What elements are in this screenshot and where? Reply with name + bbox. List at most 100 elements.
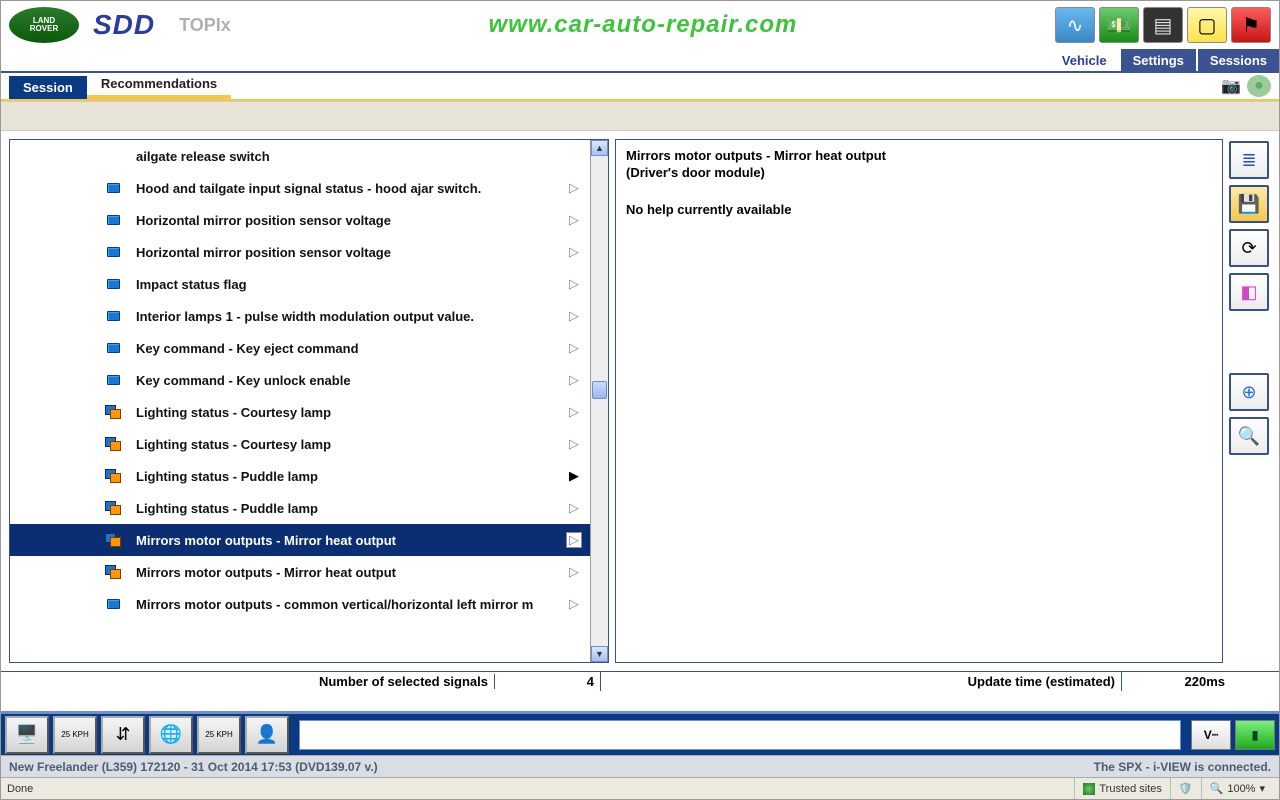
waveform-icon[interactable]: ∿ <box>1055 7 1095 43</box>
side-toolbar: ≣ 💾 ⟳ ◧ ⊕ 🔍 <box>1229 139 1271 663</box>
signal-row[interactable]: Impact status flag ▷ <box>10 268 590 300</box>
expand-arrow-icon[interactable]: ▷ <box>566 340 582 356</box>
expand-arrow-icon[interactable]: ▷ <box>566 532 582 548</box>
expand-arrow-icon[interactable]: ▷ <box>566 372 582 388</box>
signal-row[interactable]: Mirrors motor outputs - Mirror heat outp… <box>10 556 590 588</box>
expand-arrow-icon[interactable]: ▷ <box>566 596 582 612</box>
scroll-up-button[interactable]: ▲ <box>591 140 608 156</box>
tool-add-view-icon[interactable]: ⊕ <box>1229 373 1269 411</box>
vehicle-status-bar: New Freelander (L359) 172120 - 31 Oct 20… <box>1 755 1279 777</box>
scroll-track[interactable] <box>591 156 608 646</box>
signal-row[interactable]: Mirrors motor outputs - Mirror heat outp… <box>10 524 590 556</box>
tool-refresh-icon[interactable]: ⟳ <box>1229 229 1269 267</box>
signal-row[interactable]: Lighting status - Puddle lamp ▶ <box>10 460 590 492</box>
signal-row[interactable]: Mirrors motor outputs - common vertical/… <box>10 588 590 620</box>
expand-arrow-icon[interactable]: ▷ <box>566 276 582 292</box>
ie-zoom[interactable]: 🔍 100% ▾ <box>1201 778 1273 799</box>
shield-icon <box>1083 783 1095 795</box>
expand-arrow-icon[interactable]: ▷ <box>566 212 582 228</box>
tool-list-icon[interactable]: ≣ <box>1229 141 1269 179</box>
tool-erase-icon[interactable]: ◧ <box>1229 273 1269 311</box>
signal-row[interactable]: Lighting status - Courtesy lamp ▷ <box>10 396 590 428</box>
expand-arrow-icon[interactable]: ▷ <box>566 180 582 196</box>
top-banner: LAND ROVER SDD TOPIx www.car-auto-repair… <box>1 1 1279 49</box>
single-signal-icon <box>104 179 122 197</box>
detail-help: No help currently available <box>626 202 1212 217</box>
money-icon[interactable]: 💵 <box>1099 7 1139 43</box>
signal-row[interactable]: Horizontal mirror position sensor voltag… <box>10 236 590 268</box>
update-time-value: 220ms <box>1121 671 1231 691</box>
tab-recommendations[interactable]: Recommendations <box>87 72 231 99</box>
bt-speed25-icon[interactable]: 25 KPH <box>53 716 97 754</box>
multi-signal-icon <box>104 403 122 421</box>
sticky-note-icon[interactable]: ▢ <box>1187 7 1227 43</box>
bt-config-icon[interactable]: 🖥️ <box>5 716 49 754</box>
tool-save-icon[interactable]: 💾 <box>1229 185 1269 223</box>
multi-signal-icon <box>104 531 122 549</box>
expand-arrow-icon[interactable]: ▷ <box>566 404 582 420</box>
browser-status-bar: Done Trusted sites 🛡️ 🔍 100% ▾ <box>1 777 1279 799</box>
scrollbar[interactable]: ▲ ▼ <box>590 140 608 662</box>
bt-speed25b-icon[interactable]: 25 KPH <box>197 716 241 754</box>
expand-arrow-icon[interactable]: ▷ <box>566 244 582 260</box>
multi-signal-icon <box>104 563 122 581</box>
multi-signal-icon <box>104 467 122 485</box>
counts-row: Number of selected signals 4 Update time… <box>1 671 1279 691</box>
signal-label: Mirrors motor outputs - common vertical/… <box>136 597 533 612</box>
signal-row[interactable]: Interior lamps 1 - pulse width modulatio… <box>10 300 590 332</box>
scroll-down-button[interactable]: ▼ <box>591 646 608 662</box>
nav-vehicle[interactable]: Vehicle <box>1050 49 1119 71</box>
signal-row[interactable]: Key command - Key eject command▷ <box>10 332 590 364</box>
notepad-icon[interactable]: ▤ <box>1143 7 1183 43</box>
bottom-toolbar: 🖥️ 25 KPH ⇵ 🌐 25 KPH 👤 V⎓ ▮ <box>1 711 1279 755</box>
signal-row[interactable]: Lighting status - Puddle lamp▷ <box>10 492 590 524</box>
expand-arrow-icon[interactable]: ▷ <box>566 500 582 516</box>
expand-arrow-icon[interactable]: ▷ <box>566 308 582 324</box>
signal-row[interactable]: Key command - Key unlock enable▷ <box>10 364 590 396</box>
signals-panel: ailgate release switch Hood and tailgate … <box>9 139 609 663</box>
status-right: The SPX - i-VIEW is connected. <box>1094 760 1271 774</box>
battery-ok-icon[interactable]: ▮ <box>1235 720 1275 750</box>
ie-trusted-sites[interactable]: Trusted sites <box>1074 778 1170 799</box>
signal-row[interactable]: Lighting status - Courtesy lamp ▷ <box>10 428 590 460</box>
nav-sessions[interactable]: Sessions <box>1198 49 1279 71</box>
signal-row[interactable]: Hood and tailgate input signal status - … <box>10 172 590 204</box>
nav-settings[interactable]: Settings <box>1121 49 1196 71</box>
scroll-thumb[interactable] <box>592 381 607 399</box>
bt-person-icon[interactable]: 👤 <box>245 716 289 754</box>
bt-globe-icon[interactable]: 🌐 <box>149 716 193 754</box>
detail-subtitle: (Driver's door module) <box>626 165 1212 180</box>
signal-label: Impact status flag <box>136 277 247 292</box>
signal-label: Hood and tailgate input signal status - … <box>136 181 481 196</box>
watermark-text: www.car-auto-repair.com <box>231 11 1055 39</box>
signal-list[interactable]: ailgate release switch Hood and tailgate … <box>10 140 590 662</box>
signal-label: Mirrors motor outputs - Mirror heat outp… <box>136 565 396 580</box>
signal-row[interactable]: ailgate release switch <box>10 140 590 172</box>
single-signal-icon <box>104 339 122 357</box>
fire-extinguisher-icon[interactable]: ⚑ <box>1231 7 1271 43</box>
signal-label: Lighting status - Puddle lamp <box>136 469 318 484</box>
signal-row[interactable]: Horizontal mirror position sensor voltag… <box>10 204 590 236</box>
multi-signal-icon <box>104 435 122 453</box>
expand-arrow-icon[interactable]: ▶ <box>566 468 582 484</box>
status-left: New Freelander (L359) 172120 - 31 Oct 20… <box>9 760 378 774</box>
expand-arrow-icon[interactable]: ▷ <box>566 564 582 580</box>
landrover-logo: LAND ROVER <box>9 7 79 43</box>
bt-tree-icon[interactable]: ⇵ <box>101 716 145 754</box>
signal-label: Lighting status - Courtesy lamp <box>136 437 331 452</box>
ie-protected-mode[interactable]: 🛡️ <box>1170 778 1201 799</box>
bottom-input[interactable] <box>299 720 1181 750</box>
selected-signals-label: Number of selected signals <box>319 674 488 689</box>
sync-ok-icon[interactable]: ● <box>1247 75 1271 97</box>
tab-row: Session Recommendations 📷 ● <box>1 73 1279 101</box>
camera-icon[interactable]: 📷 <box>1219 75 1243 97</box>
tool-inspect-icon[interactable]: 🔍 <box>1229 417 1269 455</box>
tab-session[interactable]: Session <box>9 76 87 99</box>
signal-label: Lighting status - Courtesy lamp <box>136 405 331 420</box>
topix-label[interactable]: TOPIx <box>179 15 231 36</box>
single-signal-icon <box>104 275 122 293</box>
voltage-icon[interactable]: V⎓ <box>1191 720 1231 750</box>
single-signal-icon <box>104 595 122 613</box>
signal-label: Horizontal mirror position sensor voltag… <box>136 213 391 228</box>
expand-arrow-icon[interactable]: ▷ <box>566 436 582 452</box>
